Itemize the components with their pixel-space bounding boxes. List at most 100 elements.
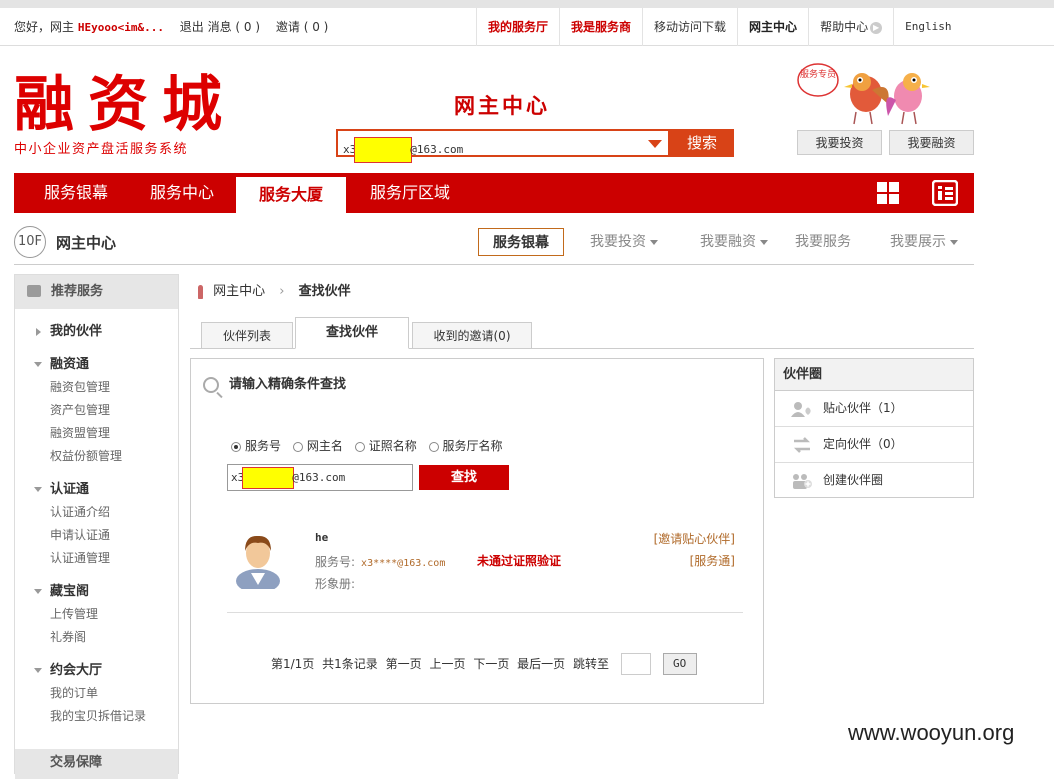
chevron-down-icon [950,239,958,245]
tab-find-partner[interactable]: 查找伙伴 [295,317,409,349]
sidebar-group-title[interactable]: 融资通 [15,354,178,376]
logo-text: 融资城 [14,70,236,140]
floor-tab-screen[interactable]: 服务银幕 [478,228,564,256]
radio-icon [428,441,439,452]
top-nav-english[interactable]: English [893,8,962,46]
breadcrumb-root[interactable]: 网主中心 [213,284,265,299]
floor-badge: 10F [14,226,46,258]
sidebar-item[interactable]: 资产包管理 [15,399,178,422]
finance-button[interactable]: 我要融资 [889,130,974,155]
sidebar-item[interactable]: 认证通介绍 [15,501,178,524]
sidebar-header-trade: 交易保障 [15,749,178,779]
result-name: he [315,531,329,544]
top-nav-help-label: 帮助中心 [820,20,869,34]
main-nav-building[interactable]: 服务大厦 [236,177,346,213]
top-nav-my-hall[interactable]: 我的服务厅 [476,8,559,46]
radio-checked-icon [231,441,241,452]
top-nav-help[interactable]: 帮助中心 ▶ [808,8,893,46]
circle-item-directed-partners[interactable]: 定向伙伴（0） [775,427,973,463]
sidebar-group-title[interactable]: 约会大厅 [15,660,178,682]
sidebar-group-title[interactable]: 藏宝阁 [15,581,178,603]
search-input[interactable]: x3 @163.com [336,129,670,163]
search-panel: 请输入精确条件查找 服务号 网主名 证照名称 服务厅名称 x3 @163.com … [190,358,764,704]
pagination: 第1/1页 共1条记录 第一页 上一页 下一页 最后一页 跳转至 GO [271,653,701,675]
sidebar-item[interactable]: 我的宝贝拆借记录 [15,705,178,728]
dropdown-caret-icon[interactable] [648,140,662,148]
first-page-link[interactable]: 第一页 [386,657,422,671]
redaction-box [242,467,295,489]
radio-icon [354,441,365,452]
sidebar-item[interactable]: 认证通管理 [15,547,178,570]
partner-tabs: 伙伴列表 查找伙伴 收到的邀请(0) [190,317,974,349]
sidebar-item[interactable]: 申请认证通 [15,524,178,547]
sidebar-item-my-partners[interactable]: 我的伙伴 [15,321,178,343]
logo-subtitle: 中小企业资产盘活服务系统 [14,142,189,157]
sidebar-group-title[interactable]: 交易保障 [15,749,178,771]
sidebar-item[interactable]: 权益份额管理 [15,445,178,468]
chevron-right-icon [36,328,41,336]
floor-tab-service[interactable]: 我要服务 [795,228,851,256]
logout-link[interactable]: 退出 [180,20,204,34]
radio-hall-name[interactable]: 服务厅名称 [428,437,503,454]
chevron-down-icon [34,487,42,492]
next-page-link[interactable]: 下一页 [473,657,509,671]
radio-service-number[interactable]: 服务号 [231,437,281,454]
invite-partner-link[interactable]: [邀请贴心伙伴] [654,530,735,547]
status-badge: 未通过证照验证 [477,554,562,568]
prev-page-link[interactable]: 上一页 [429,657,465,671]
chevron-down-icon [760,239,768,245]
floor-tab-showcase[interactable]: 我要展示 [890,228,958,256]
top-nav-center[interactable]: 网主中心 [737,8,808,46]
mascot-birds-icon: 服务专员 [797,63,930,125]
tab-partner-list[interactable]: 伙伴列表 [201,322,293,349]
breadcrumb: 网主中心 › 查找伙伴 [198,280,351,299]
find-button[interactable]: 查找 [419,465,509,490]
main-nav-region[interactable]: 服务厅区域 [350,173,470,213]
sidebar: 推荐服务 我的伙伴 融资通 融资包管理 资产包管理 融资盟管理 权益份额管理 认… [14,274,179,779]
page-indicator: 第1/1页 [271,656,315,671]
service-link[interactable]: [服务通] [690,552,735,569]
sidebar-header: 推荐服务 [15,275,178,309]
sidebar-item[interactable]: 融资包管理 [15,376,178,399]
search-type-radios: 服务号 网主名 证照名称 服务厅名称 [231,437,511,454]
top-nav-mobile[interactable]: 移动访问下载 [642,8,737,46]
thumbs-up-icon [27,285,41,297]
go-button[interactable]: GO [662,653,697,675]
search-button[interactable]: 搜索 [670,129,734,157]
messages-link[interactable]: 消息 ( 0 ) [208,20,260,34]
username[interactable]: HEyooo<im&... [78,21,164,34]
circle-item-create-circle[interactable]: 创建伙伴圈 [775,463,973,498]
radio-license-name[interactable]: 证照名称 [354,437,417,454]
last-page-link[interactable]: 最后一页 [517,657,565,671]
sidebar-group-partners: 我的伙伴 [15,321,178,343]
floor-title: 网主中心 [56,234,117,252]
info-icon[interactable] [932,180,958,206]
page-number-input[interactable] [620,653,651,675]
breadcrumb-current: 查找伙伴 [298,284,351,299]
sidebar-item[interactable]: 融资盟管理 [15,422,178,445]
avatar [236,535,280,589]
radio-owner-name[interactable]: 网主名 [292,437,343,454]
sidebar-item[interactable]: 上传管理 [15,603,178,626]
sidebar-item[interactable]: 礼券阁 [15,626,178,649]
sidebar-item[interactable]: 我的订单 [15,682,178,705]
main-nav-center[interactable]: 服务中心 [130,173,234,213]
main-nav: 服务银幕 服务中心 服务大厦 服务厅区域 [14,173,974,213]
grid-icon[interactable] [876,181,900,205]
main-nav-screen[interactable]: 服务银幕 [22,173,130,213]
tab-received-invites[interactable]: 收到的邀请(0) [412,322,532,349]
circle-item-close-partners[interactable]: 贴心伙伴（1） [775,391,973,427]
top-bar: 您好，网主 HEyooo<im&... 退出 消息 ( 0 ) 邀请 ( 0 )… [0,0,1054,46]
logo[interactable]: 融资城 中小企业资产盘活服务系统 [14,70,244,160]
invites-link[interactable]: 邀请 ( 0 ) [276,20,328,34]
query-input[interactable]: x3 @163.com [227,464,413,491]
result-image-album: 形象册: [315,577,356,591]
floor-tab-invest[interactable]: 我要投资 [590,228,658,256]
badge-text: 服务专员 [800,68,836,80]
sidebar-group-title[interactable]: 认证通 [15,479,178,501]
top-nav-provider[interactable]: 我是服务商 [559,8,642,46]
swap-arrows-icon [793,437,811,453]
header-title: 网主中心 [454,94,550,118]
invest-button[interactable]: 我要投资 [797,130,882,155]
floor-tab-finance[interactable]: 我要融资 [700,228,768,256]
